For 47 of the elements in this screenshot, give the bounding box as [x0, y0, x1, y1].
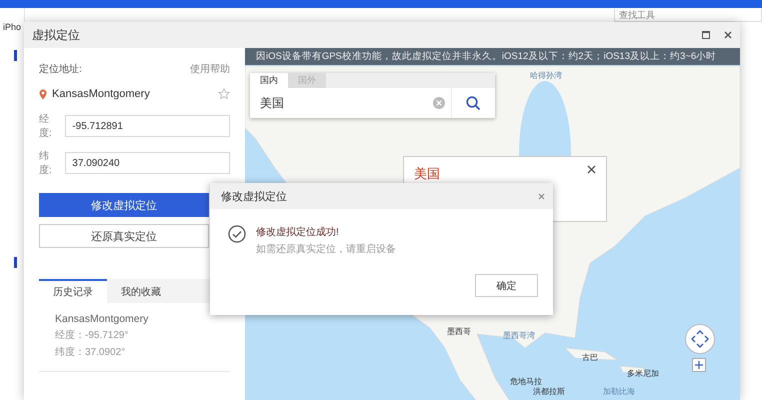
plus-icon [695, 361, 703, 369]
history-tab[interactable]: 我的收藏 [107, 279, 175, 303]
nav-indicator [14, 50, 17, 61]
star-icon[interactable] [218, 88, 230, 100]
longitude-field[interactable]: -95.712891 [65, 115, 230, 137]
map-label: 洪都拉斯 [533, 386, 565, 397]
notice-banner: 因iOS设备带有GPS校准功能，故此虚拟定位并非永久。iOS12及以下：约2天；iOS13及以上：约3~6小时 [245, 48, 740, 65]
history-name: KansasMontgomery [55, 313, 150, 325]
search-icon [466, 96, 481, 110]
device-tab[interactable]: iPho [0, 22, 22, 32]
confirm-button[interactable]: 确定 [475, 274, 538, 297]
map-label: 墨西哥 [447, 326, 471, 337]
nav-indicator [14, 257, 17, 268]
help-link[interactable]: 使用帮助 [190, 62, 230, 76]
search-button[interactable] [451, 88, 495, 118]
history-latitude: 纬度：37.0902° [55, 346, 126, 359]
place-search-field[interactable]: 美国 [250, 88, 495, 118]
map-label: 墨西哥湾 [503, 330, 535, 341]
history-tab[interactable]: 历史记录 [39, 279, 107, 303]
longitude-label: 经度: [39, 113, 53, 140]
latitude-field[interactable]: 37.090240 [65, 152, 230, 174]
latitude-label: 纬度: [39, 150, 53, 177]
dialog-title: 修改虚拟定位 [221, 190, 287, 204]
modify-location-button[interactable]: 修改虚拟定位 [39, 193, 209, 217]
restore-location-button[interactable]: 还原真实定位 [39, 224, 209, 248]
window-title: 虚拟定位 [32, 26, 81, 44]
check-circle-icon [228, 225, 246, 243]
location-label: 定位地址: [39, 62, 82, 76]
map-label: 哈得孙湾 [530, 70, 562, 81]
map-label: 危地马拉 [510, 376, 542, 387]
success-message: 修改虚拟定位成功! [256, 226, 340, 239]
popup-title: 美国 [414, 165, 440, 183]
maximize-icon[interactable] [702, 31, 710, 39]
restart-hint: 如需还原真实定位，请重启设备 [256, 242, 396, 256]
close-icon[interactable] [724, 31, 732, 39]
map-label: 加勒比海 [603, 386, 635, 397]
close-icon[interactable] [587, 165, 596, 174]
location-name: KansasMontgomery [52, 88, 151, 100]
location-pin-icon [39, 88, 47, 100]
map-label: 多米尼加 [627, 368, 659, 379]
tool-search-input[interactable]: 查找工具 [619, 10, 729, 20]
map-label: 古巴 [582, 352, 598, 363]
region-tab[interactable]: 国内 [250, 73, 288, 88]
zoom-in-button[interactable] [692, 358, 706, 372]
history-longitude: 经度：-95.7129° [55, 328, 130, 342]
close-icon[interactable] [538, 192, 545, 200]
pan-control[interactable] [685, 324, 715, 354]
